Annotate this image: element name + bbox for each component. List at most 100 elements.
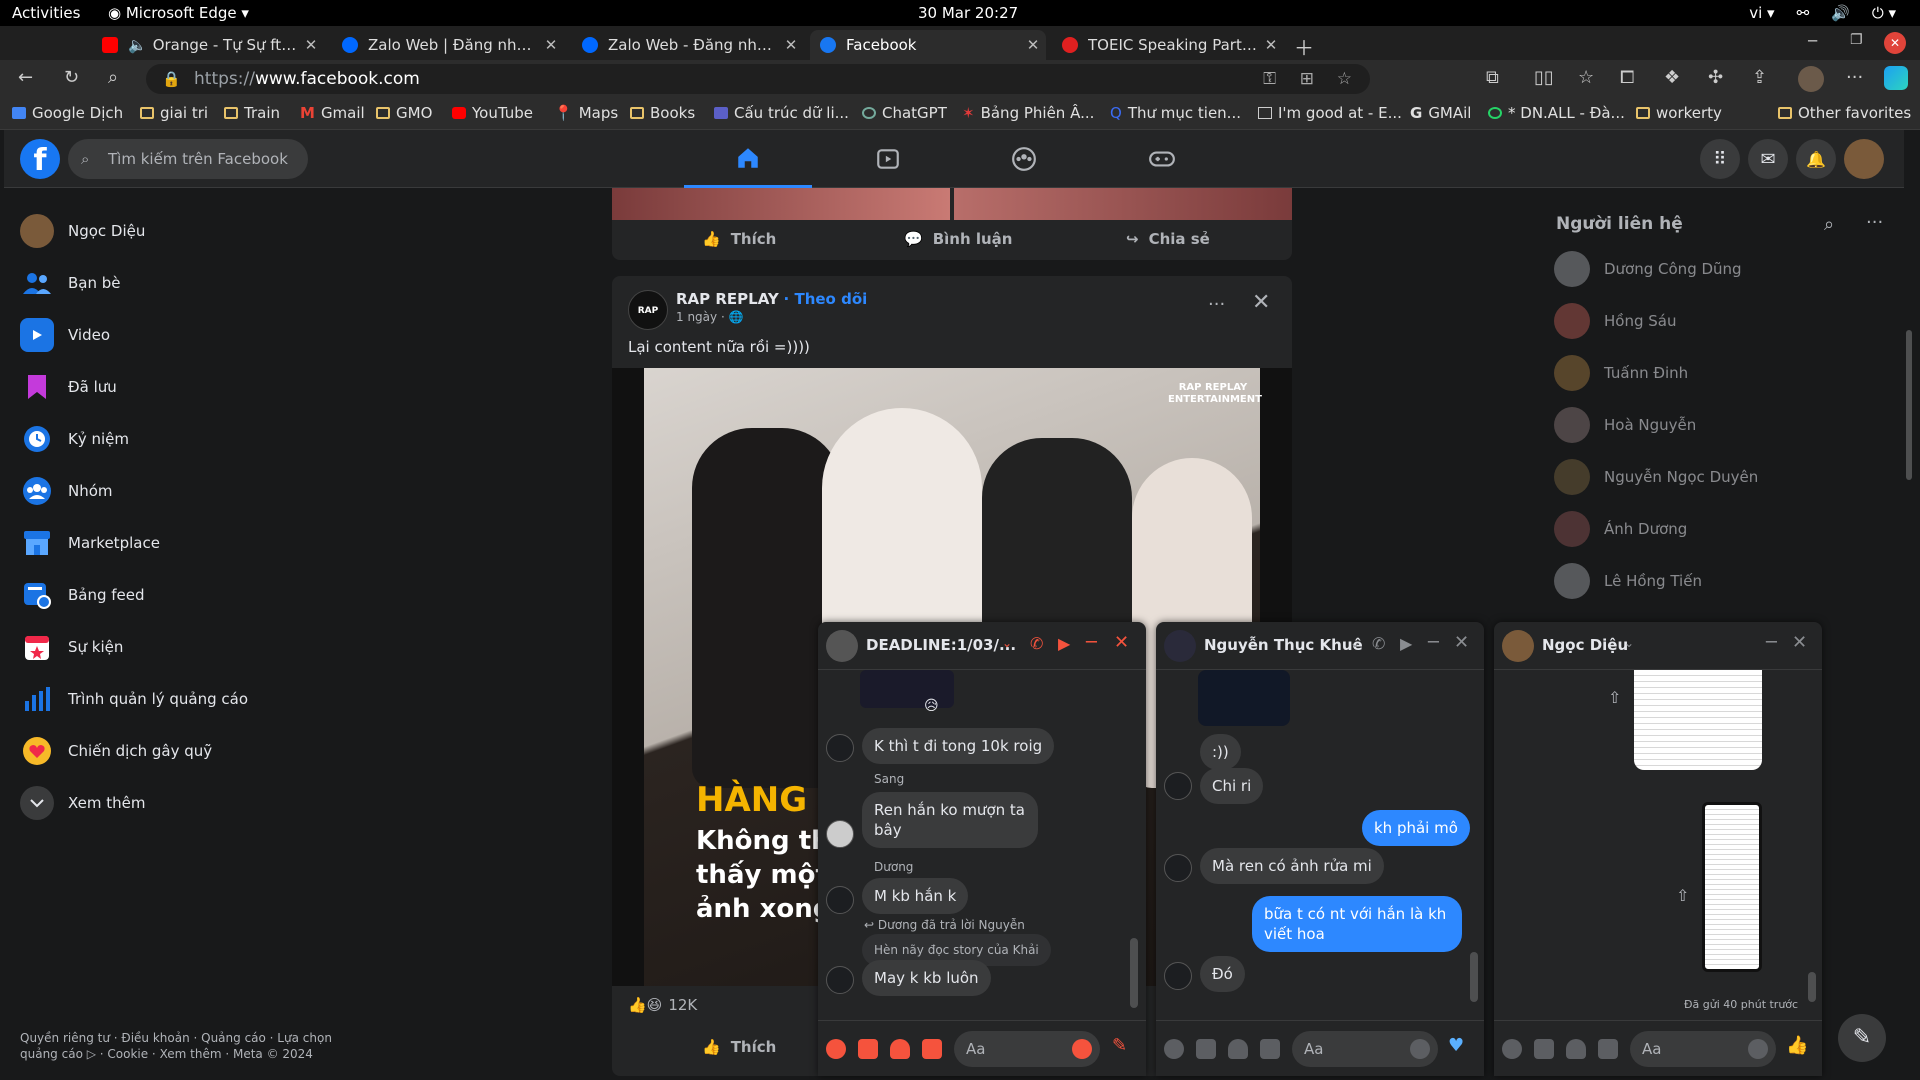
bookmark-gmail[interactable]: M Gmail bbox=[300, 104, 365, 122]
sticker-icon[interactable] bbox=[890, 1039, 910, 1059]
chat-header[interactable]: Ngọc Diệu ⌄ ─ ✕ bbox=[1494, 622, 1822, 670]
share-button[interactable]: ↪ Chia sẻ bbox=[1126, 230, 1210, 248]
menu-button[interactable]: ⠿ bbox=[1700, 139, 1740, 179]
plus-icon[interactable] bbox=[826, 1039, 846, 1059]
new-message-button[interactable]: ✎ bbox=[1838, 1014, 1886, 1062]
close-chat-icon[interactable]: ✕ bbox=[1792, 632, 1807, 653]
chat-title[interactable]: Nguyễn Thục Khuê bbox=[1204, 636, 1363, 654]
close-chat-icon[interactable]: ✕ bbox=[1114, 632, 1129, 653]
image-icon[interactable] bbox=[1196, 1039, 1216, 1059]
shared-image[interactable] bbox=[1198, 670, 1290, 726]
close-tab-icon[interactable]: ✕ bbox=[298, 36, 324, 54]
sidebar-item-see-more[interactable]: Xem thêm bbox=[20, 779, 145, 827]
reactions-summary[interactable]: 👍😆 12K bbox=[628, 996, 697, 1014]
chat-header[interactable]: Nguyễn Thục Khuê ⌄ ✆ ▶ ─ ✕ bbox=[1156, 622, 1484, 670]
close-tab-icon[interactable]: ✕ bbox=[1258, 36, 1284, 54]
bookmark-good-at[interactable]: I'm good at - E... bbox=[1258, 104, 1402, 122]
tab-zalo-1[interactable]: Zalo Web | Đăng nhập tà ✕ bbox=[332, 30, 564, 60]
footer-links[interactable]: Quyền riêng tư · Điều khoản · Quảng cáo … bbox=[20, 1030, 350, 1062]
bookmark-maps[interactable]: 📍 Maps bbox=[554, 104, 618, 122]
nav-video[interactable] bbox=[824, 130, 952, 188]
tab-zalo-2[interactable]: Zalo Web - Đăng nhập Za ✕ bbox=[572, 30, 804, 60]
chat-title[interactable]: Ngọc Diệu bbox=[1542, 636, 1628, 654]
app-available-icon[interactable]: ⊞ bbox=[1300, 64, 1314, 94]
post-more-button[interactable]: ··· bbox=[1208, 294, 1225, 315]
close-tab-icon[interactable]: ✕ bbox=[538, 36, 564, 54]
tab-orange[interactable]: 🔈 Orange - Tự Sự ft. Th ✕ bbox=[92, 30, 324, 60]
chat-scrollbar[interactable] bbox=[1470, 952, 1478, 1002]
close-window-button[interactable]: ✕ bbox=[1884, 32, 1906, 54]
favorites-icon[interactable]: ☆ bbox=[1578, 67, 1594, 88]
bookmark-thu-muc[interactable]: Q Thư mục tien... bbox=[1110, 104, 1241, 122]
chat-scrollbar[interactable] bbox=[1808, 972, 1816, 1002]
restore-window-button[interactable]: ❐ bbox=[1850, 32, 1863, 48]
contact-item[interactable]: Lê Hồng Tiến bbox=[1554, 556, 1702, 606]
hide-post-button[interactable]: ✕ bbox=[1252, 290, 1270, 315]
contact-item[interactable]: Hồng Sáu bbox=[1554, 296, 1676, 346]
gif-icon[interactable] bbox=[1260, 1039, 1280, 1059]
copilot-icon[interactable] bbox=[1884, 66, 1908, 90]
contact-item[interactable]: Dương Công Dũng bbox=[1554, 244, 1742, 294]
volume-icon[interactable]: 🔊 bbox=[1831, 4, 1850, 22]
quick-reaction-icon[interactable]: ✎ bbox=[1112, 1035, 1127, 1056]
chat-header[interactable]: DEADLINE:1/03/... ⌄ ✆ ▶ ─ ✕ bbox=[818, 622, 1146, 670]
chevron-down-icon[interactable]: ⌄ bbox=[1350, 636, 1360, 650]
minimize-chat-icon[interactable]: ─ bbox=[1766, 632, 1777, 653]
heart-icon[interactable]: ♥ bbox=[1448, 1035, 1464, 1056]
post-author[interactable]: RAP REPLAY bbox=[676, 290, 779, 308]
back-button[interactable]: ← bbox=[18, 67, 33, 88]
chat-title[interactable]: DEADLINE:1/03/... bbox=[866, 636, 1016, 654]
bookmark-train[interactable]: Train bbox=[224, 104, 280, 122]
contact-item[interactable]: Tuấnn Đinh bbox=[1554, 348, 1688, 398]
bookmark-dn-all[interactable]: * DN.ALL - Đà... bbox=[1488, 104, 1625, 122]
emoji-icon[interactable] bbox=[1748, 1039, 1768, 1059]
emoji-icon[interactable] bbox=[1072, 1039, 1092, 1059]
sidebar-item-feeds[interactable]: Bảng feed bbox=[20, 571, 145, 619]
video-call-icon[interactable]: ▶ bbox=[1058, 634, 1070, 653]
follow-link[interactable]: · Theo dõi bbox=[784, 290, 868, 308]
refresh-button[interactable]: ↻ bbox=[64, 67, 79, 88]
minimize-window-button[interactable]: ─ bbox=[1808, 32, 1817, 50]
extension-icon-2[interactable]: ✣ bbox=[1708, 67, 1723, 88]
facebook-search-input[interactable]: ⌕ Tìm kiếm trên Facebook bbox=[68, 139, 308, 179]
nav-home[interactable] bbox=[684, 130, 812, 188]
sidebar-item-saved[interactable]: Đã lưu bbox=[20, 363, 117, 411]
bookmark-gmo[interactable]: GMO bbox=[376, 104, 432, 122]
like-button[interactable]: 👍 Thích bbox=[702, 1038, 776, 1056]
contact-item[interactable]: Hoà Nguyễn bbox=[1554, 400, 1696, 450]
plus-icon[interactable] bbox=[1502, 1039, 1522, 1059]
account-avatar[interactable] bbox=[1844, 139, 1884, 179]
minimize-chat-icon[interactable]: ─ bbox=[1428, 632, 1439, 653]
contact-item[interactable]: Ánh Dương bbox=[1554, 504, 1687, 554]
shared-image[interactable] bbox=[860, 670, 954, 708]
new-tab-button[interactable]: ＋ bbox=[1294, 32, 1314, 61]
sidebar-item-events[interactable]: Sự kiện bbox=[20, 623, 123, 671]
favorite-star-icon[interactable]: ☆ bbox=[1337, 64, 1352, 94]
sidebar-item-memories[interactable]: Kỷ niệm bbox=[20, 415, 129, 463]
gif-icon[interactable] bbox=[1598, 1039, 1618, 1059]
nav-gaming[interactable] bbox=[1098, 130, 1226, 188]
sidebar-item-fundraisers[interactable]: Chiến dịch gây quỹ bbox=[20, 727, 212, 775]
bookmark-chatgpt[interactable]: ChatGPT bbox=[862, 104, 947, 122]
shared-spreadsheet-image[interactable] bbox=[1634, 670, 1762, 770]
video-call-icon[interactable]: ▶ bbox=[1400, 634, 1412, 653]
clock[interactable]: 30 Mar 20:27 bbox=[918, 4, 1018, 22]
speaker-icon[interactable]: 🔈 bbox=[128, 36, 147, 54]
sticker-icon[interactable] bbox=[1566, 1039, 1586, 1059]
sticker-icon[interactable] bbox=[1228, 1039, 1248, 1059]
facebook-logo[interactable]: f bbox=[20, 139, 60, 179]
phone-icon[interactable]: ✆ bbox=[1030, 634, 1043, 653]
search-icon[interactable]: ⌕ bbox=[108, 67, 118, 88]
split-screen-icon[interactable]: ▯▯ bbox=[1534, 67, 1554, 88]
app-menu[interactable]: ◉ Microsoft Edge ▾ bbox=[108, 4, 249, 22]
sidebar-item-marketplace[interactable]: Marketplace bbox=[20, 519, 160, 567]
like-button[interactable]: 👍 Thích bbox=[702, 230, 776, 248]
more-options-icon[interactable]: ··· bbox=[1866, 212, 1883, 233]
thumbs-up-icon[interactable]: 👍 bbox=[1786, 1035, 1808, 1056]
image-icon[interactable] bbox=[858, 1039, 878, 1059]
page-scrollbar[interactable] bbox=[1906, 330, 1912, 480]
key-icon[interactable]: ⚿ bbox=[1263, 64, 1276, 94]
share-icon[interactable]: ⇪ bbox=[1752, 67, 1767, 88]
notifications-button[interactable]: 🔔 bbox=[1796, 139, 1836, 179]
sidebar-item-ads-manager[interactable]: Trình quản lý quảng cáo bbox=[20, 675, 248, 723]
